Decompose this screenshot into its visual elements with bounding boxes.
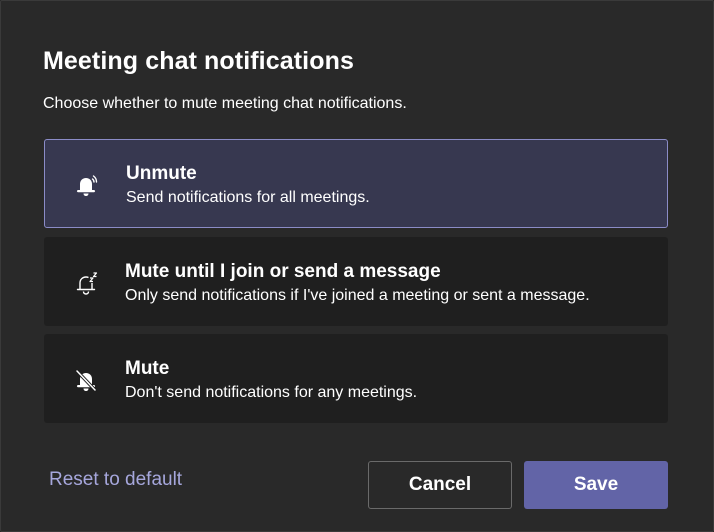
bell-off-icon — [72, 366, 100, 394]
option-unmute[interactable]: Unmute Send notifications for all meetin… — [44, 139, 668, 228]
option-description: Don't send notifications for any meeting… — [125, 384, 418, 401]
option-mute-until-join[interactable]: Mute until I join or send a message Only… — [44, 237, 668, 326]
bell-snooze-icon — [72, 269, 100, 297]
option-description: Send notifications for all meetings. — [126, 189, 370, 206]
meeting-chat-notifications-dialog: Meeting chat notifications Choose whethe… — [0, 0, 714, 532]
option-title: Unmute — [126, 163, 197, 184]
option-title: Mute until I join or send a message — [125, 261, 441, 282]
option-description: Only send notifications if I've joined a… — [125, 287, 590, 304]
cancel-button[interactable]: Cancel — [368, 461, 512, 509]
save-button-label: Save — [573, 474, 619, 495]
dialog-subtitle: Choose whether to mute meeting chat noti… — [43, 95, 407, 112]
option-title: Mute — [125, 358, 170, 379]
cancel-button-label: Cancel — [408, 474, 472, 495]
bell-ringing-icon — [72, 171, 100, 199]
dialog-title: Meeting chat notifications — [43, 47, 354, 75]
reset-to-default-link[interactable]: Reset to default — [49, 469, 182, 491]
save-button[interactable]: Save — [524, 461, 668, 509]
option-mute[interactable]: Mute Don't send notifications for any me… — [44, 334, 668, 423]
